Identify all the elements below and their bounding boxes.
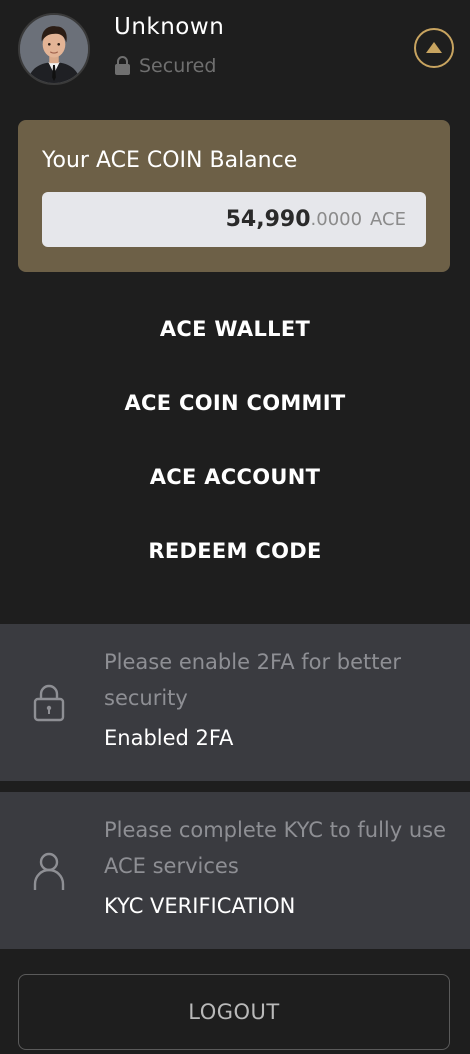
balance-title: Your ACE COIN Balance xyxy=(42,148,298,173)
notice-2fa: Please enable 2FA for better security En… xyxy=(0,624,470,781)
menu-item-redeem-code[interactable]: REDEEM CODE xyxy=(0,514,470,588)
username: Unknown xyxy=(114,14,225,40)
menu-item-ace-wallet[interactable]: ACE WALLET xyxy=(0,292,470,366)
notice-kyc: Please complete KYC to fully use ACE ser… xyxy=(0,792,470,949)
balance-decimal: .0000 xyxy=(310,209,363,230)
kyc-verification-link[interactable]: KYC VERIFICATION xyxy=(104,894,295,918)
notice-2fa-message: Please enable 2FA for better security xyxy=(104,650,402,710)
balance-card: Your ACE COIN Balance 54,990 .0000 ACE xyxy=(18,120,450,272)
notice-kyc-message: Please complete KYC to fully use ACE ser… xyxy=(104,818,447,878)
chevron-up-icon xyxy=(425,41,443,55)
account-menu: ACE WALLET ACE COIN COMMIT ACE ACCOUNT R… xyxy=(0,292,470,588)
user-icon xyxy=(30,850,68,892)
lock-icon xyxy=(30,682,68,724)
menu-item-ace-account[interactable]: ACE ACCOUNT xyxy=(0,440,470,514)
balance-unit: ACE xyxy=(370,209,406,230)
enable-2fa-link[interactable]: Enabled 2FA xyxy=(104,726,233,750)
avatar-image xyxy=(20,15,88,83)
security-status: Secured xyxy=(114,55,216,77)
avatar[interactable] xyxy=(18,13,90,85)
account-header: Unknown Secured xyxy=(0,0,470,100)
collapse-button[interactable] xyxy=(414,28,454,68)
menu-item-ace-coin-commit[interactable]: ACE COIN COMMIT xyxy=(0,366,470,440)
logout-button[interactable]: LOGOUT xyxy=(18,974,450,1050)
balance-value-box: 54,990 .0000 ACE xyxy=(42,192,426,247)
balance-integer: 54,990 xyxy=(225,207,311,232)
lock-icon xyxy=(114,56,131,76)
security-status-label: Secured xyxy=(139,55,217,77)
